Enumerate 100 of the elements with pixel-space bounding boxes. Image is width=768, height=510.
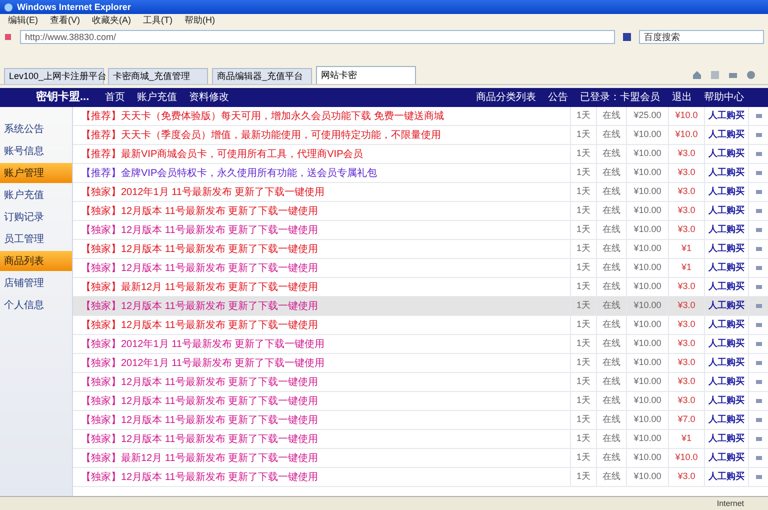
table-row[interactable]: 【独家】2012年1月 11号最新发布 更新了下载一键使用 1天 在线 ¥10.00 ¥3.0 人工购买 [73,335,768,354]
table-row[interactable]: 【独家】12月版本 11号最新发布 更新了下载一键使用 1天 在线 ¥10.00 ¥1 人工购买 [73,430,768,449]
product-title[interactable]: 【推荐】金牌VIP会员特权卡，永久使用所有功能，送会员专属礼包 [73,166,570,180]
buy-link[interactable]: 人工购买 [704,411,748,429]
table-cell: ¥3.0 [668,316,704,334]
table-row[interactable]: 【独家】12月版本 11号最新发布 更新了下载一键使用 1天 在线 ¥10.00 ¥1 人工购买 [73,240,768,259]
buy-link[interactable]: 人工购买 [704,392,748,410]
sidebar-item[interactable]: 系统公告 [0,119,72,139]
search-field[interactable]: 百度搜索 [639,30,764,44]
product-title[interactable]: 【独家】2012年1月 11号最新发布 更新了下载一键使用 [73,356,570,370]
table-row[interactable]: 【独家】12月版本 11号最新发布 更新了下载一键使用 1天 在线 ¥10.00 ¥3.0 人工购买 [73,468,768,487]
buy-link[interactable]: 人工购买 [704,183,748,201]
table-row[interactable]: 【独家】12月版本 11号最新发布 更新了下载一键使用 1天 在线 ¥10.00 ¥3.0 人工购买 [73,373,768,392]
table-row[interactable]: 【独家】12月版本 11号最新发布 更新了下载一键使用 1天 在线 ¥10.00 ¥3.0 人工购买 [73,221,768,240]
buy-link[interactable]: 人工购买 [704,316,748,334]
nav-link[interactable]: 首页 [105,90,126,105]
buy-link[interactable]: 人工购买 [704,430,748,448]
table-row[interactable]: 【独家】12月版本 11号最新发布 更新了下载一键使用 1天 在线 ¥10.00 ¥3.0 人工购买 [73,297,768,316]
table-cell: ¥10.00 [626,411,668,429]
product-title[interactable]: 【独家】最新12月 11号最新发布 更新了下载一键使用 [73,450,570,466]
buy-link[interactable]: 人工购买 [704,259,748,277]
table-row[interactable]: 【独家】12月版本 11号最新发布 更新了下载一键使用 1天 在线 ¥10.00 ¥3.0 人工购买 [73,316,768,335]
buy-link[interactable]: 人工购买 [704,202,748,220]
table-row[interactable]: 【独家】2012年1月 11号最新发布 更新了下载一键使用 1天 在线 ¥10.00 ¥3.0 人工购买 [73,183,768,202]
table-cell: ¥3.0 [668,392,704,410]
product-title[interactable]: 【独家】12月版本 11号最新发布 更新了下载一键使用 [73,432,570,446]
nav-link[interactable]: 资料修改 [189,90,230,105]
home-icon[interactable] [692,70,702,80]
product-title[interactable]: 【推荐】天天卡（免费体验版）每天可用，增加永久会员功能下载 免费一键送商城 [73,108,570,124]
header-link[interactable]: 退出 [672,90,692,105]
table-row[interactable]: 【独家】12月版本 11号最新发布 更新了下载一键使用 1天 在线 ¥10.00 ¥3.0 人工购买 [73,392,768,411]
header-link[interactable]: 公告 [548,90,568,105]
table-cell: ¥10.00 [626,278,668,296]
table-cell: ¥10.00 [626,221,668,239]
table-row[interactable]: 【推荐】最新VIP商城会员卡，可使用所有工具，代理商VIP会员 1天 在线 ¥10.00 ¥3.0 人工购买 [73,145,768,164]
product-title[interactable]: 【独家】12月版本 11号最新发布 更新了下载一键使用 [73,470,570,484]
product-title[interactable]: 【独家】2012年1月 11号最新发布 更新了下载一键使用 [73,184,570,200]
buy-link[interactable]: 人工购买 [704,468,748,486]
product-title[interactable]: 【推荐】最新VIP商城会员卡，可使用所有工具，代理商VIP会员 [73,146,570,162]
table-row[interactable]: 【独家】12月版本 11号最新发布 更新了下载一键使用 1天 在线 ¥10.00 ¥3.0 人工购买 [73,202,768,221]
header-link[interactable]: 帮助中心 [704,90,744,105]
buy-link[interactable]: 人工购买 [704,240,748,258]
menu-item[interactable]: 帮助(H) [184,14,215,28]
product-title[interactable]: 【独家】最新12月 11号最新发布 更新了下载一键使用 [73,280,570,294]
buy-link[interactable]: 人工购买 [704,145,748,163]
menu-item[interactable]: 工具(T) [143,14,172,28]
table-cell: 1天 [570,107,596,125]
table-row[interactable]: 【独家】最新12月 11号最新发布 更新了下载一键使用 1天 在线 ¥10.00 ¥10.0 人工购买 [73,449,768,468]
product-title[interactable]: 【独家】12月版本 11号最新发布 更新了下载一键使用 [73,242,570,256]
browser-tab[interactable]: Lev100_上网卡注册平台 [4,68,104,84]
sidebar-item[interactable]: 店铺管理 [0,273,72,293]
table-cell: 1天 [570,316,596,334]
sidebar-item[interactable]: 账户管理 [0,163,72,183]
product-title[interactable]: 【独家】12月版本 11号最新发布 更新了下载一键使用 [73,222,570,238]
table-cell: 在线 [596,335,626,353]
buy-link[interactable]: 人工购买 [704,126,748,144]
table-row[interactable]: 【独家】2012年1月 11号最新发布 更新了下载一键使用 1天 在线 ¥10.00 ¥3.0 人工购买 [73,354,768,373]
buy-link[interactable]: 人工购买 [704,107,748,125]
product-title[interactable]: 【独家】12月版本 11号最新发布 更新了下载一键使用 [73,374,570,390]
table-row[interactable]: 【独家】12月版本 11号最新发布 更新了下载一键使用 1天 在线 ¥10.00 ¥1 人工购买 [73,259,768,278]
sidebar-item[interactable]: 订购记录 [0,207,72,227]
product-title[interactable]: 【独家】12月版本 11号最新发布 更新了下载一键使用 [73,204,570,218]
buy-link[interactable]: 人工购买 [704,164,748,182]
menu-item[interactable]: 编辑(E) [8,14,38,28]
product-title[interactable]: 【独家】12月版本 11号最新发布 更新了下载一键使用 [73,298,570,314]
browser-tab[interactable]: 网站卡密 [316,66,416,84]
product-title[interactable]: 【独家】12月版本 11号最新发布 更新了下载一键使用 [73,412,570,428]
buy-link[interactable]: 人工购买 [704,221,748,239]
product-title[interactable]: 【独家】12月版本 11号最新发布 更新了下载一键使用 [73,318,570,332]
browser-tab[interactable]: 卡密商城_充值管理 [108,68,208,84]
sidebar-item[interactable]: 个人信息 [0,295,72,315]
table-row[interactable]: 【推荐】天天卡（免费体验版）每天可用，增加永久会员功能下载 免费一键送商城 1天 在线 ¥25.00 ¥10.0 人工购买 [73,107,768,126]
menu-item[interactable]: 收藏夹(A) [92,14,131,28]
product-title[interactable]: 【推荐】天天卡（季度会员）增值，最新功能使用，可使用特定功能，不限量使用 [73,128,570,142]
sidebar-item[interactable]: 商品列表 [0,251,72,271]
sidebar-item[interactable]: 账号信息 [0,141,72,161]
table-cell: 在线 [596,259,626,277]
menu-item[interactable]: 查看(V) [50,14,80,28]
table-row[interactable]: 【推荐】天天卡（季度会员）增值，最新功能使用，可使用特定功能，不限量使用 1天 在线 ¥10.00 ¥10.0 人工购买 [73,126,768,145]
buy-link[interactable]: 人工购买 [704,373,748,391]
sidebar-item[interactable]: 账户充值 [0,185,72,205]
table-row[interactable]: 【推荐】金牌VIP会员特权卡，永久使用所有功能，送会员专属礼包 1天 在线 ¥10.00 ¥3.0 人工购买 [73,164,768,183]
table-cell: 在线 [596,183,626,201]
table-cell: ¥10.00 [626,449,668,467]
sidebar-item[interactable]: 员工管理 [0,229,72,249]
buy-link[interactable]: 人工购买 [704,297,748,315]
buy-link[interactable]: 人工购买 [704,449,748,467]
product-title[interactable]: 【独家】12月版本 11号最新发布 更新了下载一键使用 [73,394,570,408]
buy-link[interactable]: 人工购买 [704,354,748,372]
buy-link[interactable]: 人工购买 [704,278,748,296]
product-title[interactable]: 【独家】12月版本 11号最新发布 更新了下载一键使用 [73,260,570,276]
header-link[interactable]: 已登录：卡盟会员 [580,90,660,105]
buy-link[interactable]: 人工购买 [704,335,748,353]
table-row[interactable]: 【独家】12月版本 11号最新发布 更新了下载一键使用 1天 在线 ¥10.00 ¥7.0 人工购买 [73,411,768,430]
table-cell: 1天 [570,392,596,410]
address-field[interactable]: http://www.38830.com/ [20,30,615,44]
header-link[interactable]: 商品分类列表 [476,90,536,105]
nav-link[interactable]: 账户充值 [137,90,178,105]
product-title[interactable]: 【独家】2012年1月 11号最新发布 更新了下载一键使用 [73,336,570,352]
browser-tab[interactable]: 商品编辑器_充值平台 [212,68,312,84]
